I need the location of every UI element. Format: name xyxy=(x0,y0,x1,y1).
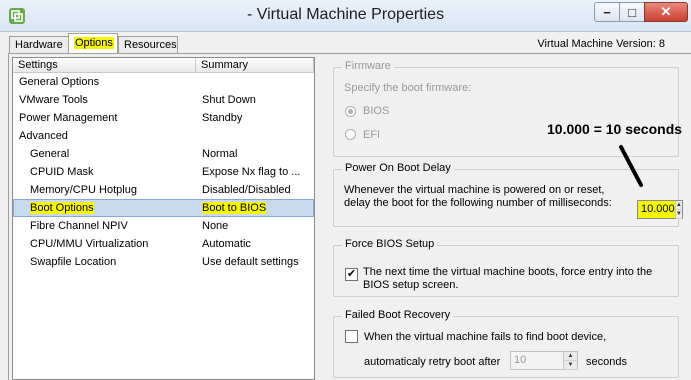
minimize-button[interactable]: − xyxy=(594,2,620,22)
list-item[interactable]: Fibre Channel NPIV None xyxy=(13,217,314,235)
force-bios-checkbox[interactable]: ✔ xyxy=(345,268,358,281)
list-item[interactable]: Swapfile Location Use default settings xyxy=(13,253,314,271)
list-item-summary: Shut Down xyxy=(202,94,256,106)
close-icon: ✕ xyxy=(660,4,672,19)
checkmark-icon: ✔ xyxy=(346,268,357,280)
boot-options-pane: Firmware Specify the boot firmware: BIOS… xyxy=(323,57,691,380)
list-item-name: Memory/CPU Hotplug xyxy=(30,184,137,196)
spin-up-icon[interactable]: ▲ xyxy=(564,352,577,361)
list-item-summary: Normal xyxy=(202,148,238,160)
radio-bios-label: BIOS xyxy=(363,105,390,117)
boot-delay-stepper[interactable]: 10.000 ▲ ▼ xyxy=(637,200,683,219)
settings-list[interactable]: Settings Summary General Options VMware … xyxy=(12,57,315,380)
close-button[interactable]: ✕ xyxy=(644,2,688,22)
tab-options-label: Options xyxy=(74,37,114,49)
annotation-arrow-icon xyxy=(619,145,643,187)
list-item-name: Advanced xyxy=(19,130,68,142)
force-bios-legend: Force BIOS Setup xyxy=(342,238,438,250)
list-item-name: General xyxy=(30,148,70,160)
list-item-summary: Expose Nx flag to ... xyxy=(202,166,301,178)
force-bios-line1: The next time the virtual machine boots,… xyxy=(363,266,653,278)
list-item-name: Swapfile Location xyxy=(30,256,117,268)
boot-delay-legend: Power On Boot Delay xyxy=(342,162,454,174)
spin-down-icon[interactable]: ▼ xyxy=(675,210,682,219)
list-item-name: Fibre Channel NPIV xyxy=(30,220,128,232)
list-item[interactable]: Power Management Standby xyxy=(13,109,314,127)
tab-resources[interactable]: Resources xyxy=(118,36,178,54)
radio-efi-label: EFI xyxy=(363,129,381,141)
failed-boot-line1: When the virtual machine fails to find b… xyxy=(364,331,607,343)
retry-seconds-unit: seconds xyxy=(586,356,627,368)
retry-seconds-input[interactable]: 10 xyxy=(511,352,563,369)
failed-boot-legend: Failed Boot Recovery xyxy=(342,309,454,321)
column-header-settings[interactable]: Settings xyxy=(13,58,196,72)
minimize-icon: − xyxy=(603,4,611,20)
maximize-button[interactable]: □ xyxy=(619,2,645,22)
retry-seconds-arrows: ▲ ▼ xyxy=(563,352,577,370)
title-bar: - Virtual Machine Properties − □ ✕ xyxy=(0,0,691,32)
list-item-summary: Use default settings xyxy=(202,256,299,268)
list-header: Settings Summary xyxy=(13,58,314,73)
force-bios-line2: BIOS setup screen. xyxy=(363,279,459,291)
list-item-name: VMware Tools xyxy=(19,94,88,106)
firmware-legend: Firmware xyxy=(342,60,394,72)
list-item-name: Boot Options xyxy=(30,202,94,214)
spin-up-icon[interactable]: ▲ xyxy=(675,201,682,210)
tab-hardware-label: Hardware xyxy=(15,39,63,51)
list-item-summary: Disabled/Disabled xyxy=(202,184,291,196)
list-item-name: General Options xyxy=(19,76,100,88)
list-item-name: CPUID Mask xyxy=(30,166,94,178)
annotation-note: 10.000 = 10 seconds xyxy=(547,121,683,137)
vm-version-label: Virtual Machine Version: 8 xyxy=(537,38,665,50)
window-title: - Virtual Machine Properties xyxy=(246,6,445,23)
list-item-summary: None xyxy=(202,220,229,232)
spin-down-icon[interactable]: ▼ xyxy=(564,361,577,370)
failed-boot-group: Failed Boot Recovery When the virtual ma… xyxy=(333,309,679,378)
retry-boot-checkbox[interactable] xyxy=(345,330,358,343)
list-item[interactable]: Memory/CPU Hotplug Disabled/Disabled xyxy=(13,181,314,199)
list-item-summary: Standby xyxy=(202,112,243,124)
force-bios-group: Force BIOS Setup ✔ The next time the vir… xyxy=(333,238,679,297)
boot-delay-line1: Whenever the virtual machine is powered … xyxy=(344,184,605,196)
list-item-selected[interactable]: Boot Options Boot to BIOS xyxy=(13,199,314,217)
list-item-summary-text: Boot to BIOS xyxy=(202,202,267,214)
tab-hardware[interactable]: Hardware xyxy=(9,36,69,54)
tab-bar: Hardware Options Resources Virtual Machi… xyxy=(0,32,691,54)
boot-delay-line2: delay the boot for the following number … xyxy=(344,197,612,209)
maximize-icon: □ xyxy=(628,4,636,20)
list-item-summary: Automatic xyxy=(202,238,251,250)
boot-delay-input[interactable]: 10.000 xyxy=(638,201,675,218)
radio-bios[interactable] xyxy=(345,106,356,117)
tab-options[interactable]: Options xyxy=(68,33,118,54)
list-item-name: Power Management xyxy=(19,112,118,124)
list-item-name: CPU/MMU Virtualization xyxy=(30,238,149,250)
retry-seconds-stepper[interactable]: 10 ▲ ▼ xyxy=(510,351,578,370)
boot-delay-arrows: ▲ ▼ xyxy=(674,201,682,219)
firmware-description: Specify the boot firmware: xyxy=(344,82,472,94)
list-item[interactable]: General Normal xyxy=(13,145,314,163)
tab-resources-label: Resources xyxy=(124,39,177,51)
failed-boot-line2: automaticaly retry boot after xyxy=(364,356,501,368)
radio-efi[interactable] xyxy=(345,129,356,140)
list-item-summary: Boot to BIOS xyxy=(202,202,312,214)
list-item[interactable]: VMware Tools Shut Down xyxy=(13,91,314,109)
column-header-summary[interactable]: Summary xyxy=(196,58,314,72)
list-item[interactable]: Advanced xyxy=(13,127,314,145)
list-item[interactable]: General Options xyxy=(13,73,314,91)
list-item[interactable]: CPU/MMU Virtualization Automatic xyxy=(13,235,314,253)
list-item[interactable]: CPUID Mask Expose Nx flag to ... xyxy=(13,163,314,181)
